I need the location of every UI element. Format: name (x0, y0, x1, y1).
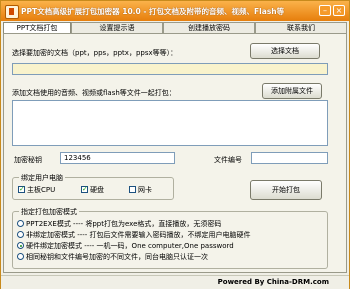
powered-by-text: Powered By China-DRM.com (217, 278, 329, 286)
attachment-list[interactable] (12, 100, 328, 146)
doc-path-field[interactable] (12, 63, 328, 75)
app-logo-icon (5, 5, 19, 19)
bind-group-title: 绑定用户电脑 (19, 173, 65, 183)
checkbox-netcard[interactable] (129, 186, 136, 193)
start-pack-button[interactable]: 开始打包 (250, 180, 322, 200)
tab-ppt-pack[interactable]: PPT文档打包 (3, 22, 71, 33)
tab-create-password[interactable]: 创建播放密码 (163, 22, 255, 33)
minimize-icon[interactable]: – (319, 5, 331, 16)
checkbox-harddisk-label: 硬盘 (90, 186, 104, 194)
radio-hardware-bound-label: 硬件绑定加密模式 ---- 一机一码，One computer,One pass… (26, 242, 234, 250)
checkbox-harddisk[interactable]: ✓ (81, 186, 88, 193)
title-bar[interactable]: PPT文档高级扩展打包加密器 10.0 - 打包文档及附带的音频、视频、Flas… (1, 1, 349, 21)
checkbox-mainboard-cpu-label: 主板CPU (27, 186, 56, 194)
encrypt-mode-group: 指定打包加密模式 PPT2EXE模式 ---- 将ppt打包为exe格式，直接播… (12, 207, 328, 269)
radio-same-key[interactable] (17, 253, 24, 260)
status-bar: Powered By China-DRM.com (1, 275, 349, 289)
checkbox-netcard-label: 网卡 (138, 186, 152, 194)
tab-bar: PPT文档打包 设置提示语 创建播放密码 联系我们 (3, 22, 347, 33)
doc-number-label: 文件编号 (214, 156, 242, 164)
close-icon[interactable]: × (333, 5, 345, 16)
add-attachment-button[interactable]: 添加附属文件 (262, 83, 322, 99)
radio-unbound-label: 非绑定加密模式 ---- 打包后文件需要输入密码播放，不绑定用户电脑硬件 (26, 231, 251, 239)
radio-ppt2exe-label: PPT2EXE模式 ---- 将ppt打包为exe格式，直接播放，无须密码 (26, 220, 222, 228)
window-title: PPT文档高级扩展打包加密器 10.0 - 打包文档及附带的音频、视频、Flas… (21, 7, 285, 16)
attach-label: 添加文档使用的音频、视频或flash等文件一起打包： (12, 89, 176, 97)
password-value: 123456 (64, 154, 91, 162)
select-doc-label: 选择要加密的文档（ppt，pps，pptx，ppsx等等）： (12, 49, 178, 57)
checkbox-mainboard-cpu[interactable]: ✓ (18, 186, 25, 193)
password-field[interactable]: 123456 (60, 152, 175, 164)
pack-panel: 选择要加密的文档（ppt，pps，pptx，ppsx等等）： 选择文档 添加文档… (3, 33, 347, 273)
radio-hardware-bound[interactable] (17, 242, 24, 249)
password-label: 加密秘钥 (14, 156, 42, 164)
tab-contact[interactable]: 联系我们 (255, 22, 347, 33)
app-window: PPT文档高级扩展打包加密器 10.0 - 打包文档及附带的音频、视频、Flas… (0, 0, 350, 289)
tab-set-prompt[interactable]: 设置提示语 (71, 22, 163, 33)
mode-group-title: 指定打包加密模式 (19, 207, 79, 217)
bind-computer-group: 绑定用户电脑 ✓ 主板CPU ✓ 硬盘 网卡 (12, 173, 174, 200)
radio-same-key-label: 相同秘钥和文件编号加密的不同文件，同台电脑只认证一次 (26, 253, 208, 261)
radio-unbound[interactable] (17, 231, 24, 238)
radio-ppt2exe[interactable] (17, 220, 24, 227)
doc-number-field[interactable] (251, 152, 328, 164)
select-doc-button[interactable]: 选择文档 (250, 43, 320, 59)
